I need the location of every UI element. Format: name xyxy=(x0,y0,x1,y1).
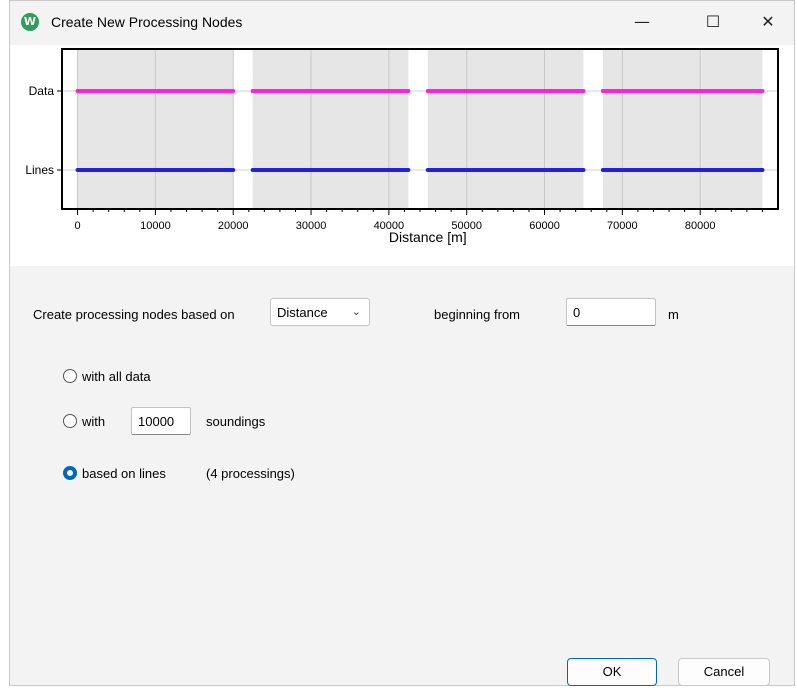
shaded-interval-2 xyxy=(427,49,584,209)
soundings-input-box[interactable] xyxy=(131,407,191,435)
chevron-down-icon: ⌄ xyxy=(351,306,361,318)
title-bar: W Create New Processing Nodes — ☐ ✕ xyxy=(10,1,794,45)
x-tick-label-3: 30000 xyxy=(296,220,327,232)
shaded-interval-1 xyxy=(252,49,409,209)
beginning-from-input[interactable] xyxy=(567,299,655,325)
dialog-window: W Create New Processing Nodes — ☐ ✕ Data… xyxy=(9,0,795,686)
minimize-button[interactable]: — xyxy=(619,7,665,37)
beginning-from-input-box[interactable] xyxy=(566,298,656,326)
soundings-input[interactable] xyxy=(132,408,190,434)
x-tick-label-7: 70000 xyxy=(607,220,638,232)
x-tick-label-0: 0 xyxy=(75,220,81,232)
option-lines-label: based on lines xyxy=(82,466,166,481)
based-on-label: Create processing nodes based on xyxy=(33,307,235,322)
cancel-button[interactable]: Cancel xyxy=(678,658,770,686)
option-all-data-label: with all data xyxy=(82,369,151,384)
radio-all-data[interactable] xyxy=(63,369,77,383)
x-tick-label-8: 80000 xyxy=(685,220,716,232)
radio-with-soundings[interactable] xyxy=(63,414,77,428)
based-on-value: Distance xyxy=(277,305,328,320)
maximize-button[interactable]: ☐ xyxy=(690,7,736,37)
processings-count: (4 processings) xyxy=(206,466,295,481)
distance-chart-panel: Data Lines 0 10000 20000 30000 40000 50000 60000… xyxy=(10,45,794,266)
close-button[interactable]: ✕ xyxy=(745,7,791,37)
option-with-label: with xyxy=(82,414,106,429)
x-axis-label: Distance [m] xyxy=(389,229,467,245)
ok-button[interactable]: OK xyxy=(567,658,657,686)
window-title: Create New Processing Nodes xyxy=(51,14,243,30)
x-tick-label-2: 20000 xyxy=(218,220,249,232)
radio-based-on-lines[interactable] xyxy=(63,466,77,480)
based-on-dropdown[interactable]: Distance ⌄ xyxy=(270,298,370,326)
shaded-interval-3 xyxy=(602,49,763,209)
unit-label: m xyxy=(668,307,679,322)
x-tick-label-6: 60000 xyxy=(529,220,560,232)
x-tick-label-1: 10000 xyxy=(140,220,171,232)
soundings-label: soundings xyxy=(206,414,266,429)
y-category-label-1: Lines xyxy=(25,163,54,177)
app-logo-icon: W xyxy=(21,13,39,31)
y-category-label-0: Data xyxy=(29,84,55,98)
distance-chart: DataLines0 10000 20000 30000 40000 50000 60000… xyxy=(25,48,779,245)
beginning-from-label: beginning from xyxy=(434,307,520,322)
